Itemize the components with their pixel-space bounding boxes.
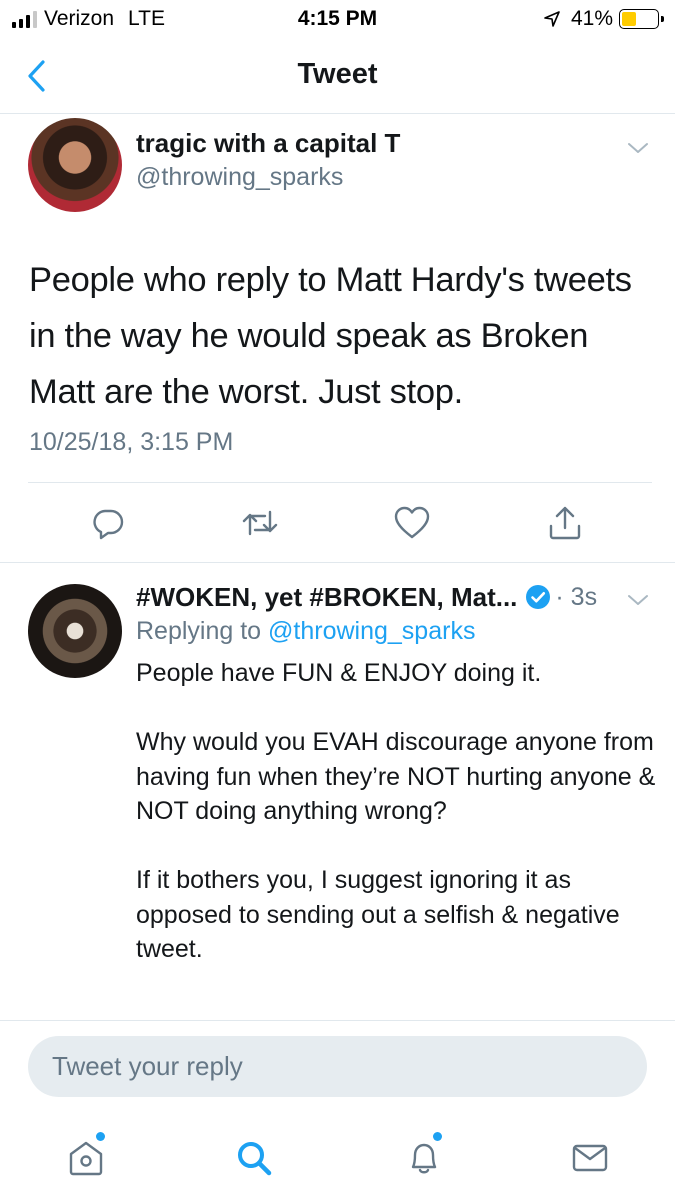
reply-paragraph: If it bothers you, I suggest ignoring it… — [136, 866, 620, 963]
tab-messages[interactable] — [566, 1134, 614, 1182]
status-bar: Verizon LTE 4:15 PM 41% — [0, 0, 675, 38]
share-button[interactable] — [542, 500, 588, 546]
notifications-icon — [411, 1143, 437, 1174]
home-icon — [69, 1141, 103, 1176]
nav-bar: Tweet — [0, 38, 675, 114]
tab-bar — [0, 1120, 675, 1200]
notifications-dot — [433, 1132, 442, 1141]
retweet-button[interactable] — [237, 500, 283, 546]
battery-percent: 41% — [570, 7, 613, 30]
tab-search[interactable] — [230, 1134, 278, 1182]
battery-icon — [619, 9, 664, 29]
reply-input[interactable] — [28, 1036, 647, 1097]
reply-icon — [93, 509, 124, 540]
reply-header: #WOKEN, yet #BROKEN, Mat... · 3s — [136, 580, 656, 614]
tweet-timestamp: 10/25/18, 3:15 PM — [29, 428, 234, 456]
reply-paragraph: Why would you EVAH discourage anyone fro… — [136, 728, 656, 825]
page-title: Tweet — [297, 58, 378, 90]
reply-button[interactable] — [85, 500, 131, 546]
replying-to: Replying to @throwing_sparks — [136, 617, 475, 646]
chevron-down-icon[interactable] — [626, 590, 650, 610]
chevron-down-icon[interactable] — [626, 138, 650, 158]
author-avatar[interactable] — [28, 118, 122, 212]
tab-notifications[interactable] — [400, 1132, 448, 1182]
reply-time: · 3s — [555, 582, 598, 611]
divider — [0, 562, 675, 563]
replying-to-prefix: Replying to — [136, 617, 262, 645]
divider — [0, 1020, 675, 1021]
like-button[interactable] — [389, 500, 435, 546]
messages-icon — [572, 1144, 608, 1172]
location-arrow-icon — [544, 11, 560, 27]
author-handle[interactable]: @throwing_sparks — [136, 163, 343, 192]
battery-level — [622, 12, 636, 26]
reply-text: People have FUN & ENJOY doing it. Why wo… — [136, 656, 656, 1001]
verified-badge-icon — [526, 585, 551, 609]
author-name[interactable]: tragic with a capital T — [136, 128, 400, 159]
home-notification-dot — [96, 1132, 105, 1141]
like-icon — [394, 506, 430, 539]
reply-paragraph: People have FUN & ENJOY doing it. — [136, 659, 542, 687]
replying-to-handle[interactable]: @throwing_sparks — [268, 617, 475, 645]
status-bar-right: 41% — [543, 7, 664, 31]
tab-home[interactable] — [62, 1132, 110, 1182]
share-icon — [549, 506, 581, 540]
reply-author-avatar[interactable] — [28, 584, 122, 678]
tweet-actions — [0, 500, 675, 546]
search-icon — [238, 1142, 272, 1176]
divider — [28, 482, 652, 483]
retweet-icon — [242, 510, 278, 536]
reply-compose-box[interactable] — [28, 1036, 647, 1097]
tweet-text: People who reply to Matt Hardy's tweets … — [29, 261, 632, 411]
reply-author-name[interactable]: #WOKEN, yet #BROKEN, Mat... — [136, 582, 517, 613]
